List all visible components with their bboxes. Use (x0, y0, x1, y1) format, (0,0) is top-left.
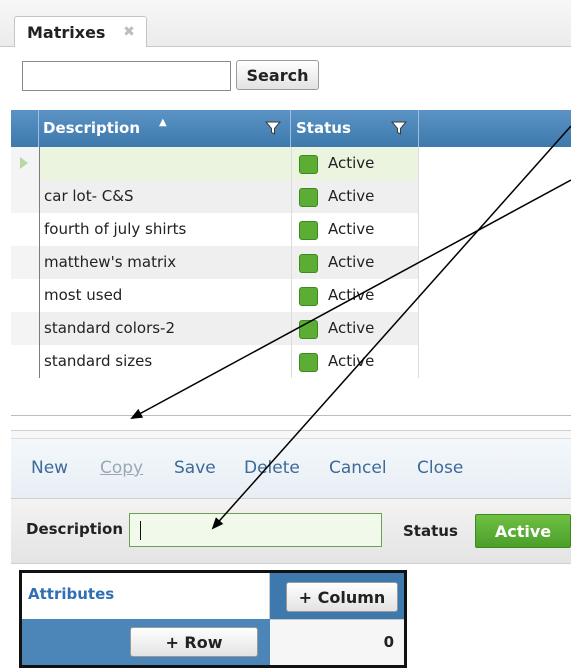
attributes-label: Attributes (28, 585, 115, 603)
status-text: Active (328, 220, 375, 238)
status-active-icon (299, 320, 318, 339)
table-row[interactable]: most used Active (11, 279, 419, 312)
status-active-icon (299, 254, 318, 273)
grid-bottom-border (11, 415, 571, 416)
search-input[interactable] (22, 61, 231, 91)
description-cell: standard colors-2 (39, 312, 291, 345)
status-active-icon (299, 221, 318, 240)
search-button[interactable]: Search (236, 60, 319, 90)
row-selector[interactable] (11, 213, 39, 246)
column-header-description[interactable]: Description ▲ (39, 110, 291, 147)
copy-button[interactable]: Copy (100, 458, 143, 478)
new-button[interactable]: New (31, 458, 68, 478)
row-selector-header (11, 110, 39, 147)
filter-icon[interactable] (391, 120, 407, 136)
column-header-label: Description (43, 119, 141, 137)
tab-matrixes[interactable]: Matrixes ✖ (14, 16, 147, 48)
table-row[interactable]: standard colors-2 Active (11, 312, 419, 345)
status-cell: Active (291, 279, 419, 312)
status-cell: Active (291, 312, 419, 345)
description-cell: standard sizes (39, 345, 291, 378)
status-text: Active (328, 253, 375, 271)
filter-icon[interactable] (265, 120, 281, 136)
table-row[interactable]: standard sizes Active (11, 345, 419, 378)
add-row-button[interactable]: + Row (130, 627, 258, 657)
row-selector[interactable] (11, 180, 39, 213)
close-button[interactable]: Close (417, 458, 463, 478)
matrix-grid: Description ▲ Status Active car lot- C&S (11, 110, 571, 415)
text-cursor (140, 521, 141, 540)
current-row-arrow-icon (20, 157, 28, 169)
row-selector[interactable] (11, 312, 39, 345)
action-toolbar: New Copy Save Delete Cancel Close (11, 438, 571, 498)
description-cell: most used (39, 279, 291, 312)
sort-ascending-icon: ▲ (159, 117, 167, 128)
description-label: Description (26, 520, 124, 538)
save-button[interactable]: Save (174, 458, 216, 478)
row-header-cell: + Row (22, 619, 270, 665)
matrix-cell[interactable]: 0 (270, 619, 404, 665)
status-active-icon (299, 353, 318, 372)
description-cell: matthew's matrix (39, 246, 291, 279)
add-column-button[interactable]: + Column (286, 582, 398, 612)
attributes-header: Attributes (22, 573, 270, 619)
matrix-cell-value: 0 (383, 633, 394, 651)
description-cell: fourth of july shirts (39, 213, 291, 246)
row-selector[interactable] (11, 345, 39, 378)
status-cell: Active (291, 345, 419, 378)
grid-header: Description ▲ Status (11, 110, 571, 147)
pane-splitter[interactable] (11, 430, 571, 438)
row-selector[interactable] (11, 147, 39, 180)
table-row[interactable]: car lot- C&S Active (11, 180, 419, 213)
status-label: Status (403, 522, 458, 540)
close-icon[interactable]: ✖ (121, 24, 137, 40)
column-header-status[interactable]: Status (291, 110, 419, 147)
status-text: Active (328, 154, 375, 172)
status-active-icon (299, 287, 318, 306)
status-text: Active (328, 319, 375, 337)
table-row[interactable]: Active (11, 147, 419, 180)
description-field[interactable] (129, 513, 382, 547)
table-row[interactable]: fourth of july shirts Active (11, 213, 419, 246)
tab-title: Matrixes (27, 23, 106, 42)
row-selector[interactable] (11, 246, 39, 279)
delete-button[interactable]: Delete (244, 458, 300, 478)
column-header-cell: + Column (270, 573, 404, 619)
status-active-icon (299, 188, 318, 207)
row-selector[interactable] (11, 279, 39, 312)
status-cell: Active (291, 180, 419, 213)
attribute-matrix: Attributes + Column + Row 0 (19, 570, 407, 668)
description-cell (39, 147, 291, 180)
status-cell: Active (291, 147, 419, 180)
tab-strip: Matrixes ✖ (0, 0, 571, 48)
status-active-icon (299, 155, 318, 174)
status-text: Active (328, 286, 375, 304)
column-header-label: Status (296, 119, 351, 137)
status-toggle-button[interactable]: Active (475, 514, 571, 548)
table-row[interactable]: matthew's matrix Active (11, 246, 419, 279)
status-cell: Active (291, 213, 419, 246)
status-text: Active (328, 187, 375, 205)
cancel-button[interactable]: Cancel (329, 458, 387, 478)
description-cell: car lot- C&S (39, 180, 291, 213)
status-text: Active (328, 352, 375, 370)
status-cell: Active (291, 246, 419, 279)
